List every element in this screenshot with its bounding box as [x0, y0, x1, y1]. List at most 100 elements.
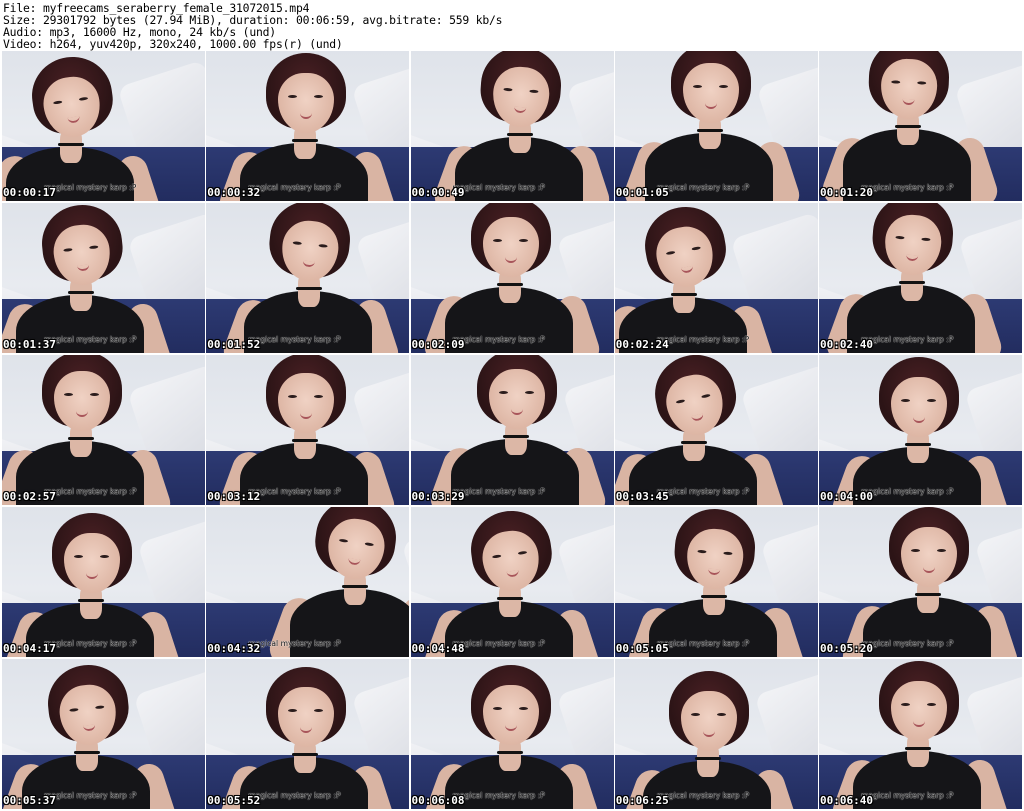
thumbnail-timestamp: 00:04:32: [207, 642, 261, 655]
watermark-text: magical mystery karp :P: [656, 487, 750, 496]
watermark-text: magical mystery karp :P: [248, 183, 341, 192]
thumbnail-frame-image: [819, 659, 1022, 809]
thumbnail-timestamp: 00:05:52: [207, 794, 261, 807]
watermark-text: magical mystery karp :P: [248, 335, 341, 344]
watermark-text: magical mystery karp :P: [44, 183, 137, 192]
thumbnail-timestamp: 00:06:40: [820, 794, 873, 807]
thumbnail-timestamp: 00:06:08: [411, 794, 465, 807]
video-thumbnail: magical mystery karp :P 00:04:48: [410, 507, 614, 657]
thumbnail-timestamp: 00:00:17: [3, 186, 56, 199]
thumbnail-timestamp: 00:00:49: [411, 186, 465, 199]
video-thumbnail: magical mystery karp :P 00:01:20: [819, 51, 1022, 201]
thumbnail-timestamp: 00:01:20: [820, 186, 873, 199]
video-thumbnail: magical mystery karp :P 00:04:17: [2, 507, 205, 657]
video-thumbnail: magical mystery karp :P 00:06:40: [819, 659, 1022, 809]
thumbnail-frame-image: [819, 507, 1022, 657]
watermark-text: magical mystery karp :P: [248, 791, 341, 800]
thumbnail-frame-image: [819, 51, 1022, 201]
watermark-text: magical mystery karp :P: [861, 791, 954, 800]
file-info-header: File: myfreecams_seraberry_female_310720…: [3, 2, 1021, 51]
video-thumbnail: magical mystery karp :P 00:03:12: [206, 355, 410, 505]
thumbnail-timestamp: 00:04:17: [3, 642, 56, 655]
video-thumbnail: magical mystery karp :P 00:05:37: [2, 659, 205, 809]
thumbnail-frame-image: [410, 507, 614, 657]
thumbnail-frame-image: [2, 355, 205, 505]
thumbnail-timestamp: 00:02:57: [3, 490, 56, 503]
thumbnail-frame-image: [410, 203, 614, 353]
video-thumbnail: magical mystery karp :P 00:00:17: [2, 51, 205, 201]
thumbnail-frame-image: [614, 659, 818, 809]
thumbnail-frame-image: [206, 659, 410, 809]
video-thumbnail: magical mystery karp :P 00:02:40: [819, 203, 1022, 353]
video-thumbnail: magical mystery karp :P 00:05:20: [819, 507, 1022, 657]
thumbnail-timestamp: 00:04:00: [820, 490, 873, 503]
video-thumbnail: magical mystery karp :P 00:05:05: [614, 507, 818, 657]
watermark-text: magical mystery karp :P: [44, 639, 137, 648]
watermark-text: magical mystery karp :P: [248, 639, 341, 648]
thumbnail-timestamp: 00:03:12: [207, 490, 261, 503]
thumbnail-timestamp: 00:02:40: [820, 338, 873, 351]
thumbnail-frame-image: [2, 507, 205, 657]
thumbnail-frame-image: [614, 203, 818, 353]
thumbnail-frame-image: [614, 51, 818, 201]
thumbnail-frame-image: [2, 51, 205, 201]
thumbnail-timestamp: 00:03:29: [411, 490, 465, 503]
watermark-text: magical mystery karp :P: [248, 487, 341, 496]
video-thumbnail: magical mystery karp :P 00:06:08: [410, 659, 614, 809]
thumbnail-frame-image: [819, 355, 1022, 505]
video-thumbnail: magical mystery karp :P 00:04:00: [819, 355, 1022, 505]
thumbnail-timestamp: 00:05:05: [615, 642, 669, 655]
thumbnail-frame-image: [819, 203, 1022, 353]
watermark-text: magical mystery karp :P: [452, 639, 545, 648]
watermark-text: magical mystery karp :P: [656, 183, 750, 192]
watermark-text: magical mystery karp :P: [656, 791, 750, 800]
watermark-text: magical mystery karp :P: [861, 183, 954, 192]
thumbnail-frame-image: [614, 507, 818, 657]
thumbnail-frame-image: [206, 203, 410, 353]
thumbnail-frame-image: [614, 355, 818, 505]
watermark-text: magical mystery karp :P: [656, 639, 750, 648]
thumbnail-frame-image: [206, 355, 410, 505]
video-thumbnail: magical mystery karp :P 00:04:32: [206, 507, 410, 657]
video-thumbnail: magical mystery karp :P 00:00:32: [206, 51, 410, 201]
video-thumbnail: magical mystery karp :P 00:01:37: [2, 203, 205, 353]
watermark-text: magical mystery karp :P: [452, 183, 545, 192]
watermark-text: magical mystery karp :P: [452, 335, 545, 344]
thumbnail-timestamp: 00:05:37: [3, 794, 56, 807]
thumbnail-timestamp: 00:01:05: [615, 186, 669, 199]
watermark-text: magical mystery karp :P: [44, 791, 137, 800]
watermark-text: magical mystery karp :P: [44, 335, 137, 344]
thumbnail-timestamp: 00:02:24: [615, 338, 669, 351]
thumbnail-timestamp: 00:05:20: [820, 642, 873, 655]
thumbnail-frame-image: [2, 659, 205, 809]
thumbnail-frame-image: [410, 659, 614, 809]
video-info-line: Video: h264, yuv420p, 320x240, 1000.00 f…: [3, 37, 343, 51]
watermark-text: magical mystery karp :P: [861, 487, 954, 496]
thumbnail-frame-image: [206, 507, 410, 657]
thumbnail-frame-image: [410, 355, 614, 505]
thumbnail-frame-image: [2, 203, 205, 353]
video-thumbnail: magical mystery karp :P 00:01:05: [614, 51, 818, 201]
video-thumbnail: magical mystery karp :P 00:02:24: [614, 203, 818, 353]
video-thumbnail: magical mystery karp :P 00:05:52: [206, 659, 410, 809]
video-thumbnail: magical mystery karp :P 00:06:25: [614, 659, 818, 809]
watermark-text: magical mystery karp :P: [44, 487, 137, 496]
thumbnail-timestamp: 00:01:37: [3, 338, 56, 351]
thumbnail-timestamp: 00:02:09: [411, 338, 465, 351]
thumbnail-timestamp: 00:06:25: [615, 794, 669, 807]
watermark-text: magical mystery karp :P: [452, 487, 545, 496]
thumbnail-timestamp: 00:00:32: [207, 186, 261, 199]
thumbnail-timestamp: 00:03:45: [615, 490, 669, 503]
video-thumbnail: magical mystery karp :P 00:00:49: [410, 51, 614, 201]
thumbnail-frame-image: [410, 51, 614, 201]
video-thumbnail: magical mystery karp :P 00:01:52: [206, 203, 410, 353]
watermark-text: magical mystery karp :P: [861, 335, 954, 344]
watermark-text: magical mystery karp :P: [861, 639, 954, 648]
video-thumbnail: magical mystery karp :P 00:03:45: [614, 355, 818, 505]
watermark-text: magical mystery karp :P: [656, 335, 750, 344]
thumbnail-timestamp: 00:04:48: [411, 642, 465, 655]
thumbnail-frame-image: [206, 51, 410, 201]
watermark-text: magical mystery karp :P: [452, 791, 545, 800]
thumbnail-grid: magical mystery karp :P 00:00:17 magical m…: [2, 51, 1022, 810]
video-thumbnail: magical mystery karp :P 00:03:29: [410, 355, 614, 505]
